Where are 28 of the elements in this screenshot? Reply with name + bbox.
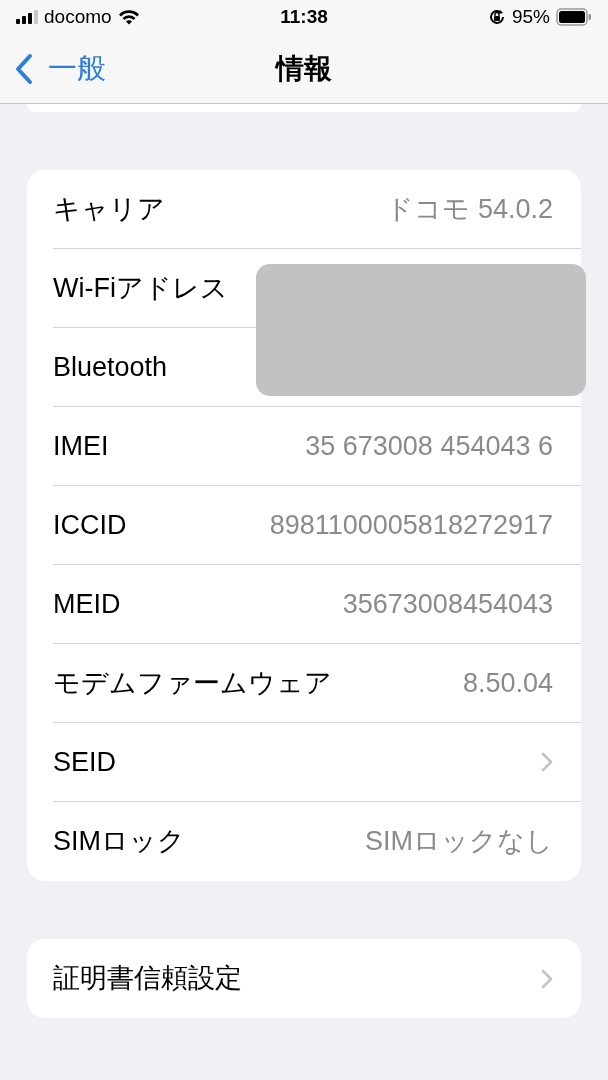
wifi-icon <box>117 9 140 25</box>
battery-percent: 95% <box>512 4 550 29</box>
row-label[interactable]: SEID <box>53 741 117 783</box>
battery-icon <box>556 8 592 26</box>
row-label: ICCID <box>53 508 127 542</box>
row-value: SIMロックなし <box>365 825 553 859</box>
row-label: キャリア <box>53 192 165 226</box>
back-chevron-icon <box>14 52 34 85</box>
row-label: IMEI <box>53 429 109 463</box>
row-value: 8981100005818272917 <box>269 508 553 542</box>
chevron-icon <box>541 968 553 989</box>
row-label[interactable]: 証明書信頼設定 <box>53 958 242 999</box>
row-label: モデムファームウェア <box>53 666 332 700</box>
carrier-name: docomo <box>44 4 112 29</box>
chevron-icon <box>541 752 553 772</box>
row-value: 35673008454043 <box>342 587 553 621</box>
orientation-lock-icon <box>488 8 506 26</box>
row-label: Bluetooth <box>53 350 168 384</box>
row-label: Wi-Fiアドレス <box>53 271 228 305</box>
row-label: MEID <box>53 587 121 621</box>
signal-icon <box>16 10 38 24</box>
row-value: 35 673008 454043 6 <box>305 429 553 463</box>
row-value: 8.50.04 <box>462 666 553 700</box>
row-label: SIMロック <box>53 825 185 859</box>
row-value: ドコモ 54.0.2 <box>386 192 553 226</box>
page-title: 情報 <box>276 51 332 86</box>
back-button[interactable]: 一般 <box>0 46 106 91</box>
status-time: 11:38 <box>280 4 328 29</box>
